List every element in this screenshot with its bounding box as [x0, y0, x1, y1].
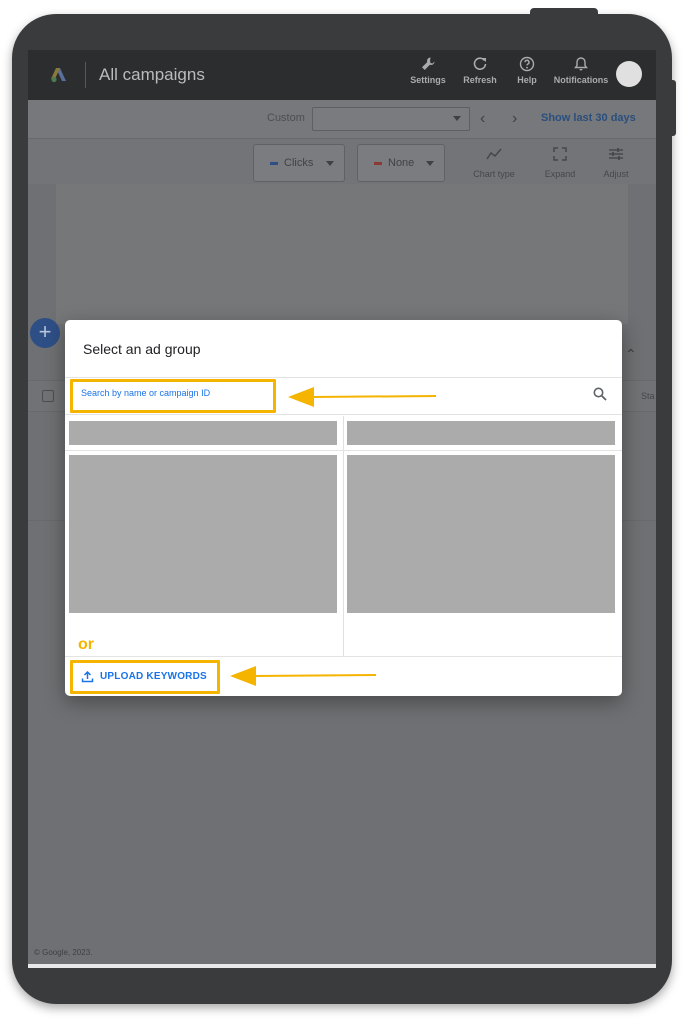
device-volume-button — [668, 80, 676, 136]
performance-chart-area — [56, 184, 628, 324]
metric-none-label: None — [388, 157, 415, 169]
dialog-title: Select an ad group — [83, 341, 201, 357]
device-power-button — [530, 8, 598, 18]
collapse-chevron-icon[interactable]: ⌃ — [625, 346, 637, 363]
dialog-divider — [65, 656, 622, 657]
adjust-label: Adjust — [603, 169, 629, 179]
expand-button[interactable]: Expand — [540, 147, 580, 179]
sliders-icon — [609, 148, 623, 160]
dialog-divider — [65, 377, 622, 378]
previous-period-chevron-icon[interactable]: ‹ — [480, 110, 485, 128]
page-title: All campaigns — [99, 65, 205, 84]
settings-label: Settings — [410, 75, 446, 85]
right-list-placeholder — [347, 455, 615, 613]
bottom-edge — [28, 964, 656, 968]
refresh-button[interactable]: Refresh — [460, 56, 500, 85]
adjust-button[interactable]: Adjust — [596, 147, 636, 179]
left-column-header-placeholder — [69, 421, 337, 445]
next-period-chevron-icon[interactable]: › — [512, 110, 517, 128]
dialog-divider — [65, 450, 622, 451]
upload-arrow-icon — [230, 666, 377, 686]
select-ad-group-dialog: Select an ad group or UPLOAD KEYWORDS — [65, 320, 622, 696]
chart-type-button[interactable]: Chart type — [469, 147, 519, 179]
expand-icon — [553, 147, 567, 161]
caret-down-icon — [326, 161, 334, 166]
ad-group-search-box — [70, 379, 276, 413]
ad-group-search-input[interactable] — [81, 388, 266, 398]
search-icon[interactable] — [593, 387, 607, 401]
header-divider — [85, 62, 86, 88]
google-ads-logo-icon — [51, 68, 66, 83]
dialog-divider — [65, 414, 622, 415]
notifications-button[interactable]: Notifications — [552, 56, 610, 85]
copyright-footer: © Google, 2023. — [34, 948, 93, 957]
refresh-label: Refresh — [463, 75, 497, 85]
caret-down-icon — [426, 161, 434, 166]
wrench-icon — [422, 57, 435, 70]
metric-none-dropdown[interactable]: None — [357, 144, 445, 182]
status-column-header[interactable]: Sta — [641, 391, 655, 401]
left-list-placeholder — [69, 455, 337, 613]
app-header: All campaigns Settings Refresh Help Noti… — [28, 50, 656, 100]
series-color-swatch — [270, 162, 278, 165]
right-column-header-placeholder — [347, 421, 615, 445]
show-last-30-days-link[interactable]: Show last 30 days — [541, 112, 636, 124]
avatar[interactable] — [616, 61, 642, 87]
line-chart-icon — [486, 148, 502, 160]
add-campaign-button[interactable]: + — [30, 318, 60, 348]
caret-down-icon — [453, 116, 461, 121]
expand-label: Expand — [544, 169, 576, 179]
help-button[interactable]: Help — [510, 56, 544, 85]
upload-keywords-button[interactable]: UPLOAD KEYWORDS — [70, 660, 220, 694]
metric-clicks-label: Clicks — [284, 157, 314, 169]
date-range-select[interactable] — [312, 107, 470, 131]
bell-icon — [574, 57, 588, 71]
date-range-label: Custom — [267, 112, 305, 124]
column-divider — [343, 416, 344, 656]
select-all-checkbox[interactable] — [42, 390, 54, 402]
help-label: Help — [517, 75, 537, 85]
settings-button[interactable]: Settings — [408, 56, 448, 85]
upload-icon — [81, 670, 94, 683]
notifications-label: Notifications — [553, 75, 609, 85]
help-icon — [519, 56, 535, 72]
metric-clicks-dropdown[interactable]: Clicks — [253, 144, 345, 182]
refresh-icon — [473, 57, 487, 70]
search-arrow-icon — [288, 387, 437, 407]
series-color-swatch — [374, 162, 382, 165]
chart-type-label: Chart type — [473, 169, 515, 179]
upload-keywords-label: UPLOAD KEYWORDS — [100, 671, 207, 682]
or-label: or — [78, 636, 94, 653]
